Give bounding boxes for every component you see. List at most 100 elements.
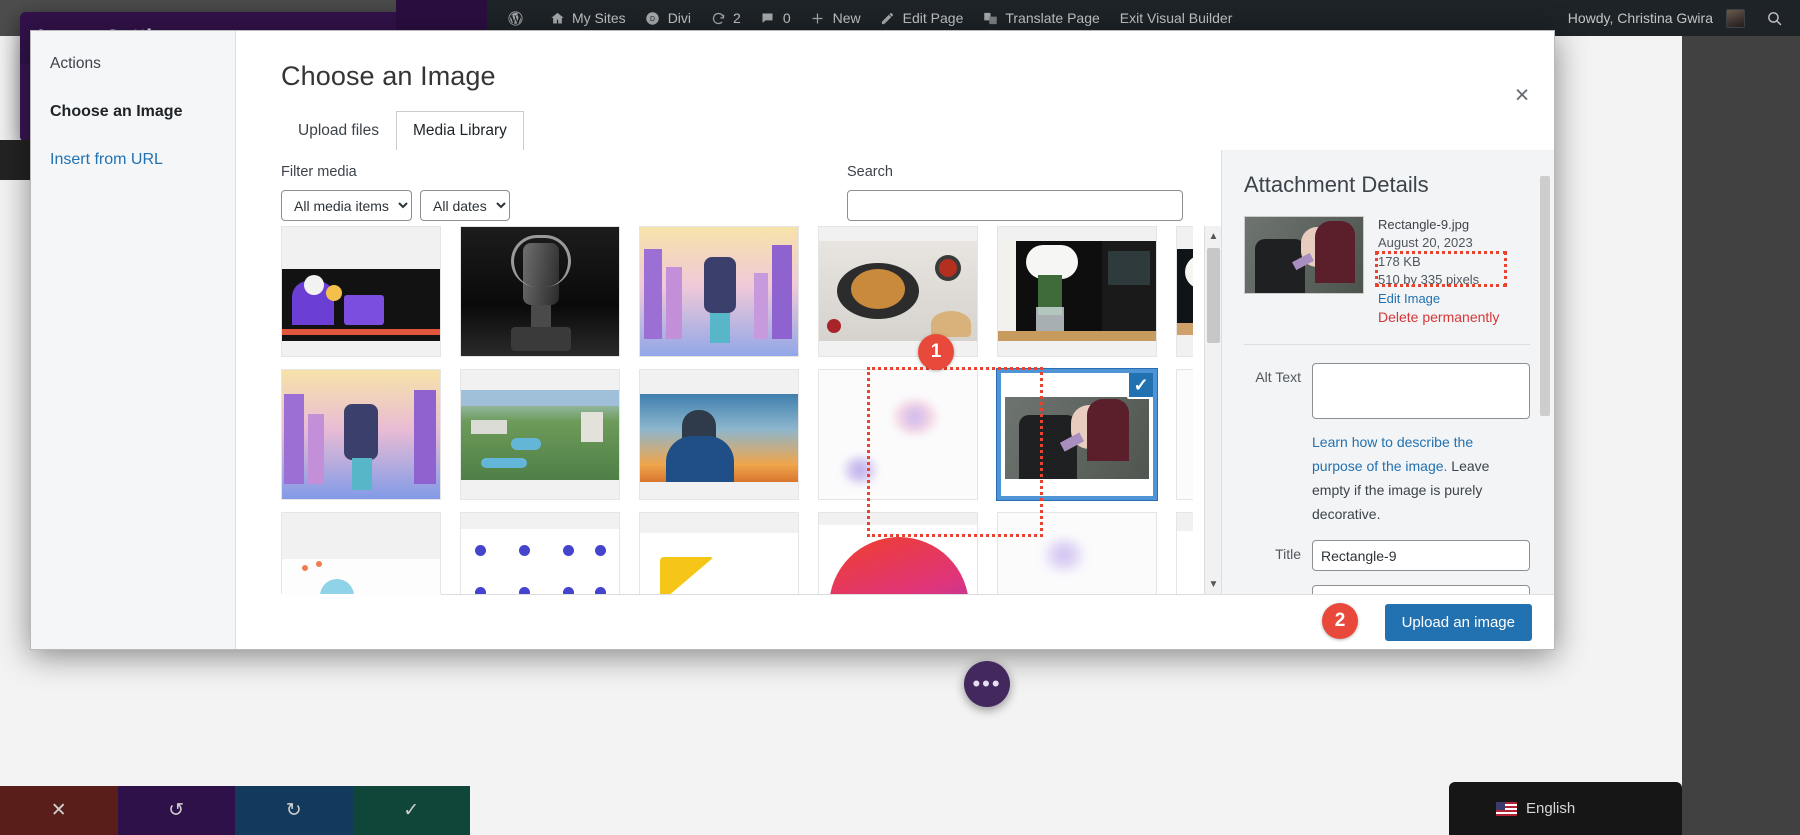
media-item-red-purple-gradient-circle[interactable] (818, 512, 978, 594)
adminbar-howdy[interactable]: Howdy, Christina Gwira (1557, 0, 1756, 36)
delete-permanently-link[interactable]: Delete permanently (1378, 308, 1499, 328)
media-item-illustration-person-laptop[interactable] (281, 226, 441, 357)
alt-text-row: Alt Text Learn how to describe the purpo… (1244, 363, 1530, 526)
media-item-microphone-city-illustration-2[interactable] (281, 369, 441, 500)
search-label: Search (847, 164, 893, 180)
alt-help-line-2: purpose of the image. (1312, 458, 1448, 475)
edit-image-link[interactable]: Edit Image (1378, 290, 1499, 308)
adminbar-search-button[interactable] (1756, 0, 1792, 36)
thumb-image (282, 269, 440, 341)
media-grid-column: Filter media All media items All dates S… (236, 150, 1221, 594)
thumb-image (1177, 249, 1193, 335)
annotation-badge-2: 2 (1322, 603, 1358, 639)
page-title: Choose an Image (281, 61, 496, 91)
modal-footer: 2 Upload an image (441, 594, 1554, 649)
media-modal: × Actions Choose an Image Insert from UR… (30, 30, 1555, 650)
media-item-resort-aerial-view[interactable] (460, 369, 620, 500)
filter-selects[interactable]: All media items All dates (281, 190, 510, 221)
thumb-image (1177, 531, 1193, 594)
alt-text-field[interactable] (1312, 363, 1530, 420)
modal-sidebar: Actions Choose an Image Insert from URL (31, 31, 236, 649)
thumb-image (461, 529, 619, 594)
alt-help-line-1: Learn how to describe the (1312, 434, 1474, 451)
adminbar-label-edit-page: Edit Page (902, 10, 964, 26)
caption-field[interactable] (1312, 585, 1530, 594)
scroll-up-icon[interactable]: ▲ (1205, 226, 1222, 246)
media-item-abstract-gradient-blur-3[interactable] (997, 512, 1157, 594)
pencil-icon (879, 9, 897, 27)
filter-media-label: Filter media (281, 164, 357, 180)
tab-upload-files[interactable]: Upload files (281, 111, 396, 150)
builder-bottom-bar[interactable]: ✕ ↺ ↻ ✓ (0, 786, 470, 835)
upload-an-image-button[interactable]: Upload an image (1384, 603, 1532, 641)
thumb-image (282, 559, 440, 594)
media-item-microphone-city-illustration[interactable] (639, 226, 799, 357)
tab-media-library[interactable]: Media Library (396, 111, 524, 150)
language-switcher-label: English (1526, 800, 1576, 817)
alt-help-line-4: decorative. (1312, 506, 1381, 523)
media-item-microphone-black-white[interactable] (460, 226, 620, 357)
media-type-select[interactable]: All media items (281, 190, 412, 221)
translate-icon (981, 9, 999, 27)
sidebar-heading-actions: Actions (50, 55, 101, 72)
media-item-man-sunset-silhouette[interactable] (639, 369, 799, 500)
caption-label: Caption (1244, 585, 1312, 594)
details-divider (1244, 344, 1530, 346)
more-options-icon[interactable]: ••• (964, 661, 1010, 707)
media-item-blue-dots-pattern[interactable] (460, 512, 620, 594)
screenshot-root: Image Settings ☐ ▣ ⋮ My Sites D (0, 0, 1800, 835)
scroll-down-icon[interactable]: ▼ (1205, 574, 1222, 594)
attachment-date: August 20, 2023 (1378, 235, 1473, 251)
undo-icon[interactable]: ↺ (117, 786, 235, 835)
media-grid-scrollbar[interactable]: ▲ ▼ (1204, 226, 1221, 594)
close-icon[interactable]: ✕ (0, 786, 118, 835)
svg-text:D: D (650, 16, 655, 23)
media-grid-scrollbar-thumb[interactable] (1207, 248, 1220, 343)
alt-text-help-link[interactable]: Learn how to describe the purpose of the… (1312, 430, 1530, 526)
sidebar-item-insert-from-url[interactable]: Insert from URL (50, 151, 235, 169)
attachment-thumbnail[interactable] (1244, 216, 1364, 294)
attachment-details-heading: Attachment Details (1244, 172, 1429, 197)
comments-icon (759, 9, 777, 27)
title-field[interactable] (1312, 540, 1530, 572)
media-item-roast-chicken-table[interactable] (818, 226, 978, 357)
adminbar-howdy-label: Howdy, Christina Gwira (1567, 10, 1713, 26)
media-item-blue-triangle-shape[interactable] (1176, 512, 1193, 594)
media-item-abstract-gradient-blur[interactable] (818, 369, 978, 500)
search-icon (1765, 9, 1783, 27)
us-flag-icon (1496, 801, 1517, 816)
thumb-image (1177, 370, 1193, 499)
title-label: Title (1275, 546, 1301, 563)
thumb-image (640, 533, 798, 594)
media-item-abstract-gradient-blur-2[interactable] (1176, 369, 1193, 500)
thumb-image (640, 227, 798, 356)
thumb-image (819, 241, 977, 341)
media-item-white-tulips-kitchen[interactable] (997, 226, 1157, 357)
modal-main: Choose an Image Upload files Media Libra… (236, 31, 1554, 649)
caption-row: Caption (1244, 585, 1530, 594)
sidebar-item-choose-an-image[interactable]: Choose an Image (50, 103, 235, 121)
media-grid[interactable]: ✓ (281, 226, 1193, 594)
search-input[interactable] (847, 190, 1183, 221)
alt-help-line-2b: Leave (1447, 458, 1490, 475)
adminbar-right-group[interactable]: Howdy, Christina Gwira (1557, 0, 1800, 36)
search-group: Search (847, 164, 1221, 221)
modal-tabs[interactable]: Upload files Media Library (236, 110, 1554, 150)
adminbar-label-divi: Divi (667, 10, 692, 26)
details-scrollbar-thumb[interactable] (1540, 176, 1550, 416)
language-switcher[interactable]: English (1449, 782, 1682, 835)
media-date-select[interactable]: All dates (420, 190, 510, 221)
adminbar-label-comments: 0 (782, 10, 791, 26)
media-item-woman-leather-jacket[interactable]: ✓ (996, 368, 1158, 501)
adminbar-label-new: New (832, 10, 861, 26)
media-item-yellow-shape[interactable] (639, 512, 799, 594)
avatar (1726, 8, 1745, 28)
thumb-image (819, 370, 977, 499)
media-item-illustration-bottom-1[interactable] (281, 512, 441, 594)
media-item-white-tulips-window[interactable] (1176, 226, 1193, 357)
check-icon[interactable]: ✓ (352, 786, 470, 835)
redo-icon[interactable]: ↻ (235, 786, 353, 835)
details-scrollbar[interactable] (1538, 150, 1552, 594)
selected-check-icon[interactable]: ✓ (1127, 373, 1153, 399)
thumb-image (998, 513, 1156, 594)
